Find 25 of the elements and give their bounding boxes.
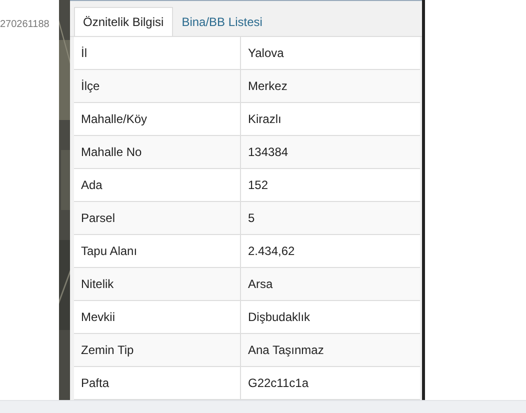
table-cell: İl <box>74 37 241 69</box>
table-cell-text: 2.434,62 <box>247 243 296 260</box>
tab[interactable]: Bina/BB Listesi <box>172 7 272 36</box>
tab[interactable]: Öznitelik Bilgisi <box>74 7 173 36</box>
table-cell-text: Dişbudaklık <box>247 309 312 326</box>
table-cell-text: Yalova <box>247 45 285 62</box>
table-cell-text: Arsa <box>247 276 274 293</box>
table-cell-text: G22c11c1a <box>247 375 310 392</box>
table-cell: Nitelik <box>74 268 241 300</box>
table-cell-text: 152 <box>247 177 270 194</box>
table-cell-text: 134384 <box>247 144 290 161</box>
table-cell-text: Ana Taşınmaz <box>247 342 325 359</box>
table-cell: Parsel <box>74 202 241 234</box>
table-cell: Ada <box>74 169 241 201</box>
table-cell-text: 5 <box>247 210 256 227</box>
table-cell-text: Kirazlı <box>247 111 282 128</box>
table-cell-text: Merkez <box>247 78 288 95</box>
table-cell: Mahalle No <box>74 136 241 168</box>
table-cell: İlçe <box>74 70 241 102</box>
table-cell: Mahalle/Köy <box>74 103 241 135</box>
parcel-number: 270261188 <box>0 19 50 30</box>
table-cell: Tapu Alanı <box>74 235 241 267</box>
table-cell: Mevkii <box>74 301 241 333</box>
table-cell: Zemin Tip <box>74 334 241 366</box>
table-cell: Pafta <box>74 367 241 399</box>
